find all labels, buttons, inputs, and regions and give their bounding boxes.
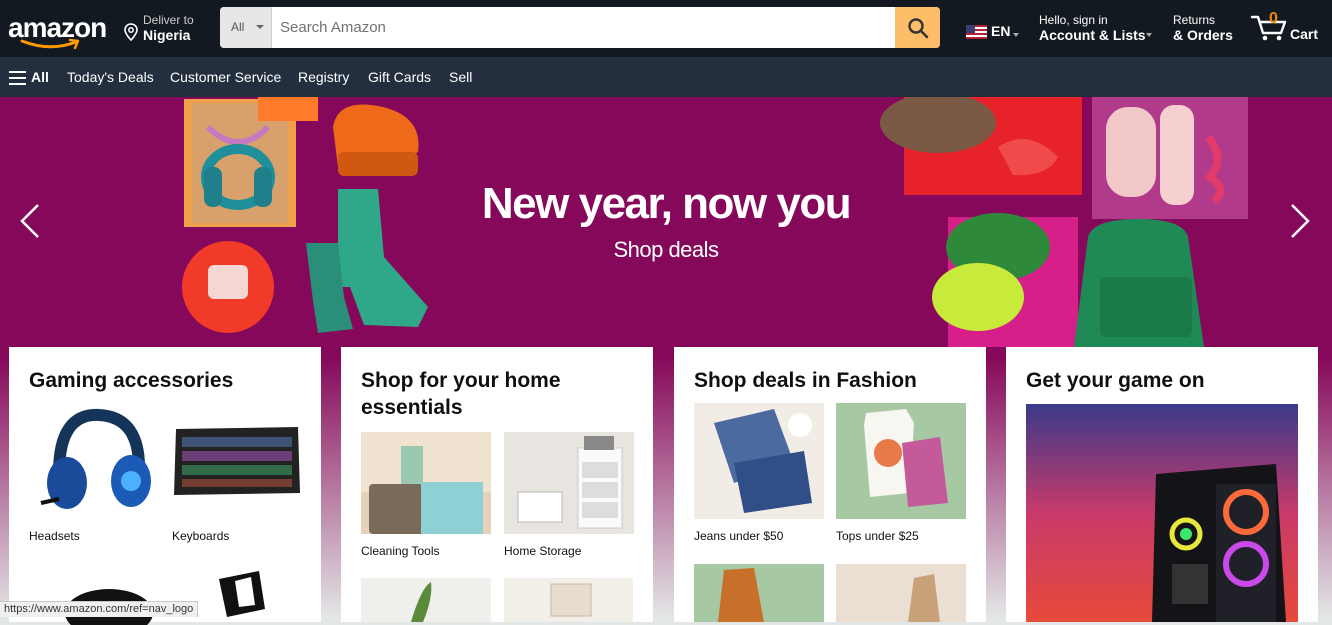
card-get-your-game-on: Get your game on <box>1006 347 1318 622</box>
account-lists[interactable]: Hello, sign in Account & Lists <box>1039 12 1161 46</box>
hamburger-menu-icon[interactable] <box>9 71 27 85</box>
location-pin-icon <box>124 23 138 41</box>
search-icon <box>907 17 928 38</box>
tile-jeans[interactable]: Jeans under $50 <box>694 403 824 543</box>
gaming-pc-image[interactable] <box>1026 404 1298 622</box>
tile-home-storage[interactable]: Home Storage <box>504 432 634 558</box>
home-more-products-image <box>361 578 633 622</box>
card-home-essentials: Shop for your home essentials Cleaning T… <box>341 347 653 622</box>
chevron-down-icon <box>1146 33 1152 37</box>
language-code: EN <box>991 23 1011 39</box>
nav-customer-service[interactable]: Customer Service <box>170 69 281 85</box>
headset-image <box>29 403 159 519</box>
tile-caption: Tops under $25 <box>836 529 919 543</box>
fashion-more-products-image <box>694 564 966 622</box>
card-title[interactable]: Shop for your home essentials <box>361 367 641 421</box>
card-fashion-deals: Shop deals in Fashion Jeans under $50 To… <box>674 347 986 622</box>
card-title[interactable]: Get your game on <box>1026 367 1306 394</box>
search-category-label: All <box>231 20 245 34</box>
tops-image <box>836 403 966 519</box>
us-flag-icon <box>966 25 987 39</box>
tile-caption: Cleaning Tools <box>361 544 440 558</box>
tile-caption: Jeans under $50 <box>694 529 784 543</box>
nav-all[interactable]: All <box>31 69 49 85</box>
hero-subtitle[interactable]: Shop deals <box>0 237 1332 263</box>
keyboard-image <box>172 403 302 519</box>
deliver-to-label: Deliver to <box>143 13 194 27</box>
chevron-down-icon <box>256 25 264 29</box>
carousel-next-arrow-icon[interactable] <box>1284 201 1314 241</box>
returns-orders[interactable]: Returns & Orders <box>1173 12 1237 46</box>
hero-title[interactable]: New year, now you <box>0 179 1332 229</box>
nav-sell[interactable]: Sell <box>449 69 472 85</box>
cart-button[interactable]: 0 Cart <box>1250 10 1328 46</box>
status-bar-url: https://www.amazon.com/ref=nav_logo <box>0 601 199 617</box>
search-bar: All <box>220 7 940 48</box>
card-gaming-accessories: Gaming accessories Headsets Keyboards <box>9 347 321 625</box>
tile-caption: Keyboards <box>172 529 230 543</box>
tile-keyboards[interactable]: Keyboards <box>172 403 302 543</box>
cleaning-tools-image <box>361 432 491 534</box>
chevron-down-icon <box>1013 33 1019 37</box>
nav-todays-deals[interactable]: Today's Deals <box>67 69 154 85</box>
orders-label: & Orders <box>1173 27 1233 43</box>
tile-cleaning-tools[interactable]: Cleaning Tools <box>361 432 491 558</box>
search-button[interactable] <box>895 7 940 48</box>
tile-caption: Home Storage <box>504 544 582 558</box>
carousel-prev-arrow-icon[interactable] <box>16 201 46 241</box>
sub-nav: All Today's Deals Customer Service Regis… <box>0 57 1332 97</box>
search-input[interactable] <box>272 7 895 48</box>
top-nav: amazon Deliver to Nigeria All Search Ama… <box>0 0 1332 57</box>
account-label: Account & Lists <box>1039 27 1146 43</box>
cart-label: Cart <box>1290 26 1319 42</box>
account-greeting: Hello, sign in <box>1039 13 1108 27</box>
amazon-logo[interactable]: amazon <box>8 8 108 52</box>
deliver-to-location: Nigeria <box>143 27 191 43</box>
smile-arrow-icon <box>20 38 80 50</box>
search-category-dropdown[interactable]: All <box>220 7 272 48</box>
card-title[interactable]: Shop deals in Fashion <box>694 367 974 394</box>
home-storage-image <box>504 432 634 534</box>
returns-label: Returns <box>1173 13 1216 27</box>
card-title[interactable]: Gaming accessories <box>29 367 309 394</box>
deliver-to[interactable]: Deliver to Nigeria <box>124 12 214 46</box>
tile-caption: Headsets <box>29 529 80 543</box>
cart-count: 0 <box>1269 10 1278 27</box>
language-selector[interactable]: EN <box>966 18 1026 42</box>
jeans-image <box>694 403 824 519</box>
nav-registry[interactable]: Registry <box>298 69 349 85</box>
tile-tops[interactable]: Tops under $25 <box>836 403 966 543</box>
nav-gift-cards[interactable]: Gift Cards <box>368 69 431 85</box>
tile-headsets[interactable]: Headsets <box>29 403 159 543</box>
